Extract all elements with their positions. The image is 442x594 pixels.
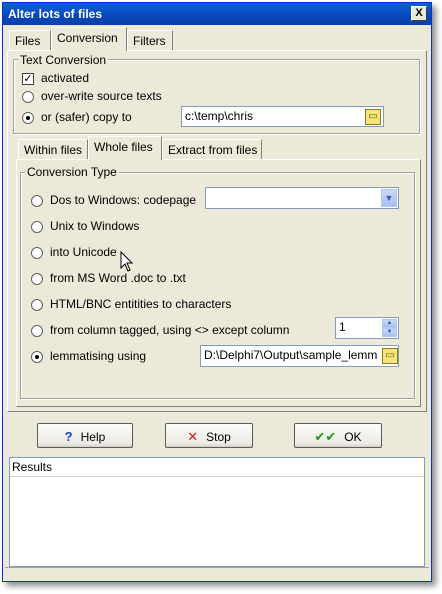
- tab-whole-files[interactable]: Whole files: [88, 136, 162, 160]
- label-ms-word-to-txt: from MS Word .doc to .txt: [50, 271, 186, 285]
- radio-unix-to-windows[interactable]: [31, 221, 43, 233]
- tab-files[interactable]: Files: [9, 30, 51, 51]
- mouse-pointer-icon: [120, 251, 134, 272]
- tab-files-label: Files: [15, 34, 41, 48]
- browse-folder-icon[interactable]: ▭: [365, 109, 381, 125]
- text-conversion-legend: Text Conversion: [18, 53, 109, 67]
- alter-files-window: Alter lots of files X Files Conversion F…: [2, 2, 432, 582]
- radio-ms-word-to-txt[interactable]: [31, 273, 43, 285]
- tab-conversion[interactable]: Conversion: [51, 27, 127, 51]
- chevron-down-icon[interactable]: ▼: [381, 189, 397, 207]
- help-button[interactable]: ? Help: [37, 423, 133, 448]
- spin-up-icon[interactable]: ▲: [382, 319, 397, 328]
- radio-into-unicode[interactable]: [31, 247, 43, 259]
- title-bar[interactable]: Alter lots of files X: [3, 3, 431, 25]
- tab-conversion-label: Conversion: [57, 31, 118, 45]
- help-icon: ?: [64, 429, 73, 444]
- lemma-file-value: D:\Delphi7\Output\sample_lemm: [204, 348, 378, 362]
- copy-path-field[interactable]: c:\temp\chris: [181, 106, 384, 127]
- ok-button-label: OK: [344, 430, 362, 444]
- lemma-file-field[interactable]: D:\Delphi7\Output\sample_lemm: [200, 345, 399, 367]
- close-button[interactable]: X: [411, 6, 427, 21]
- help-button-label: Help: [80, 430, 106, 444]
- stop-icon: ✕: [187, 429, 199, 444]
- tab-within-files-label: Within files: [24, 143, 83, 157]
- codepage-dropdown[interactable]: [205, 187, 399, 209]
- window-title: Alter lots of files: [8, 7, 103, 21]
- tab-whole-files-label: Whole files: [94, 140, 153, 154]
- tab-within-files[interactable]: Within files: [18, 139, 88, 160]
- radio-lemmatising[interactable]: [31, 351, 43, 363]
- radio-html-bnc-entities[interactable]: [31, 299, 43, 311]
- browse-lemma-folder-icon[interactable]: ▭: [382, 348, 398, 364]
- stop-button-label: Stop: [206, 430, 231, 444]
- activated-label: activated: [41, 71, 90, 85]
- conversion-panel: Text Conversion ✓ activated over-write s…: [7, 50, 427, 412]
- spin-down-icon[interactable]: ▼: [382, 328, 397, 337]
- label-column-tagged: from column tagged, using <> except colu…: [50, 323, 290, 337]
- whole-files-panel: Conversion Type Dos to Windows: codepage…: [16, 159, 421, 407]
- tab-filters-label: Filters: [133, 34, 166, 48]
- copy-to-radio[interactable]: [22, 112, 34, 124]
- label-html-bnc-entities: HTML/BNC entitities to characters: [50, 297, 232, 311]
- conversion-type-legend: Conversion Type: [25, 165, 119, 179]
- results-header: Results: [10, 458, 424, 477]
- tab-filters[interactable]: Filters: [127, 30, 173, 51]
- column-number-value: 1: [339, 320, 346, 334]
- ok-button[interactable]: ✔✔ OK: [294, 423, 382, 448]
- copy-to-label: or (safer) copy to: [41, 110, 132, 124]
- copy-path-value: c:\temp\chris: [185, 109, 254, 123]
- overwrite-radio[interactable]: [22, 91, 34, 103]
- radio-column-tagged[interactable]: [31, 325, 43, 337]
- label-dos-to-windows: Dos to Windows: codepage: [50, 193, 197, 207]
- label-unix-to-windows: Unix to Windows: [50, 219, 140, 233]
- activated-checkbox[interactable]: ✓: [22, 73, 34, 85]
- tab-extract-label: Extract from files: [168, 143, 258, 157]
- label-into-unicode: into Unicode: [50, 245, 117, 259]
- results-pane[interactable]: Results: [9, 457, 425, 567]
- stop-button[interactable]: ✕ Stop: [165, 423, 253, 448]
- ok-icon: ✔✔: [314, 429, 337, 444]
- label-lemmatising: lemmatising using: [50, 349, 147, 363]
- close-icon: X: [415, 7, 423, 19]
- status-bar: [5, 567, 429, 581]
- radio-dos-to-windows[interactable]: [31, 195, 43, 207]
- tab-extract-from-files[interactable]: Extract from files: [162, 139, 262, 160]
- overwrite-label: over-write source texts: [41, 89, 162, 103]
